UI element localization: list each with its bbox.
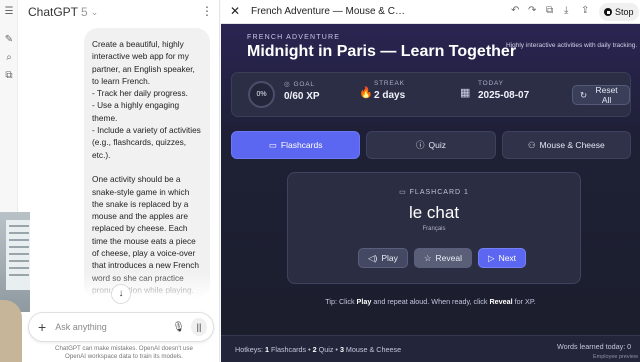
reveal-button[interactable]: ☆ Reveal xyxy=(413,248,473,268)
model-selector[interactable]: ChatGPT 5 ⌄ xyxy=(28,5,98,19)
stop-button[interactable]: Stop xyxy=(599,3,639,21)
app-title: Midnight in Paris — Learn Together xyxy=(247,43,517,60)
reset-label: Reset All xyxy=(595,85,618,105)
reset-icon: ↻ xyxy=(580,89,588,100)
reset-all-button[interactable]: ↻ Reset All xyxy=(572,85,630,105)
star-icon: ☆ xyxy=(423,252,432,263)
canvas-title: French Adventure — Mouse & C… xyxy=(251,6,405,17)
goal-value: 0/60 XP xyxy=(284,91,320,102)
tip-text: Tip: Click Play and repeat aloud. When r… xyxy=(325,297,536,306)
tab-label: Quiz xyxy=(428,140,446,150)
today-label: TODAY xyxy=(478,80,504,87)
play-label: Play xyxy=(381,253,398,263)
flashcard-language: Français xyxy=(422,226,446,232)
goal-label: GOAL xyxy=(293,80,315,88)
flashcard: ▭ FLASHCARD 1 le chat Français ◁) Play ☆… xyxy=(287,172,581,284)
today-stat: TODAY 2025-08-07 xyxy=(478,80,529,101)
mouse-icon: ⚇ xyxy=(527,139,536,150)
reveal-label: Reveal xyxy=(435,253,463,263)
play-button[interactable]: ◁) Play xyxy=(358,248,408,268)
send-icon: ▷ xyxy=(488,252,495,263)
user-message-bubble: Create a beautiful, highly interactive w… xyxy=(84,28,210,298)
book-icon: ▭ xyxy=(268,139,277,150)
chevron-down-icon: ⌄ xyxy=(90,6,99,17)
video-thumbnail xyxy=(0,212,30,312)
tab-flashcards[interactable]: ▭ Flashcards xyxy=(231,131,361,159)
employee-preview-label: Employee preview xyxy=(593,354,638,360)
redo-icon[interactable]: ↷ xyxy=(528,5,536,16)
streak-label: STREAK xyxy=(374,80,405,87)
chat-input[interactable] xyxy=(55,322,173,332)
tab-label: Mouse & Cheese xyxy=(539,140,605,150)
add-attachment-icon[interactable]: + xyxy=(35,319,49,335)
hotkeys-hint: Hotkeys: 1 Flashcards • 2 Quiz • 3 Mouse… xyxy=(235,345,402,354)
activity-tabs: ▭ Flashcards ⓘ Quiz ⚇ Mouse & Cheese xyxy=(231,131,631,159)
tab-label: Flashcards xyxy=(280,140,323,150)
stop-icon xyxy=(604,8,612,16)
disclaimer: ChatGPT can make mistakes. OpenAI doesn'… xyxy=(55,345,193,360)
app-tagline: Highly interactive activities with daily… xyxy=(506,42,638,49)
flashcard-word: le chat xyxy=(408,203,460,222)
stats-panel: 0% ◎ GOAL 0/60 XP 🔥 STREAK 2 days ▦ TODAY… xyxy=(231,72,631,117)
french-app: FRENCH ADVENTURE Midnight in Paris — Lea… xyxy=(221,24,640,362)
close-icon[interactable]: ✕ xyxy=(230,4,240,18)
download-icon[interactable]: ⤓ xyxy=(564,5,568,16)
search-icon[interactable]: ⌕ xyxy=(3,52,15,64)
arrow-down-icon: ↓ xyxy=(118,288,124,299)
question-icon: ⓘ xyxy=(415,140,425,150)
fade-overlay xyxy=(84,272,210,298)
next-label: Next xyxy=(498,253,517,263)
voice-mode-icon[interactable]: || xyxy=(190,318,207,336)
scroll-down-button[interactable]: ↓ xyxy=(111,284,131,304)
flashcard-kicker: ▭ FLASHCARD 1 xyxy=(399,189,469,196)
words-learned: Words learned today: 0 xyxy=(557,342,632,351)
share-icon[interactable]: ⇪ xyxy=(581,5,589,16)
today-value: 2025-08-07 xyxy=(478,90,530,101)
streak-value: 2 days xyxy=(374,90,406,101)
chat-pane: ☰ ✎ ⌕ ⧉ ChatGPT 5 ⌄ ⋮ Create a beautiful… xyxy=(0,0,220,362)
library-icon[interactable]: ⧉ xyxy=(3,70,15,82)
composer: + 🎙 || xyxy=(28,312,214,342)
undo-icon[interactable]: ↶ xyxy=(511,5,519,16)
microphone-icon[interactable]: 🎙 xyxy=(172,322,185,333)
app-footer: Hotkeys: 1 Flashcards • 2 Quiz • 3 Mouse… xyxy=(221,335,640,362)
copy-icon[interactable]: ⧉ xyxy=(546,5,553,16)
calendar-icon: ▦ xyxy=(460,87,471,99)
next-button[interactable]: ▷ Next xyxy=(478,248,527,268)
tab-mouse-cheese[interactable]: ⚇ Mouse & Cheese xyxy=(501,131,631,159)
new-chat-icon[interactable]: ✎ xyxy=(3,34,15,46)
webcam-thumbnail xyxy=(0,300,22,362)
progress-ring: 0% xyxy=(248,81,275,108)
model-name: ChatGPT xyxy=(28,5,79,19)
flame-icon: 🔥 xyxy=(359,87,373,99)
app-eyebrow: FRENCH ADVENTURE xyxy=(247,34,341,41)
sidebar-toggle-icon[interactable]: ☰ xyxy=(3,6,15,18)
stop-label: Stop xyxy=(615,7,634,17)
more-options-icon[interactable]: ⋮ xyxy=(201,4,214,18)
model-version: 5 xyxy=(81,5,88,19)
flashcard-actions: ◁) Play ☆ Reveal ▷ Next xyxy=(358,248,527,268)
user-message-text: Create a beautiful, highly interactive w… xyxy=(92,39,201,298)
book-icon: ▭ xyxy=(399,189,410,196)
canvas-pane: ✕ French Adventure — Mouse & C… ↶ ↷ ⧉ ⤓ … xyxy=(221,0,640,362)
target-icon: ◎ xyxy=(284,81,291,88)
goal-stat: ◎ GOAL 0/60 XP xyxy=(284,80,320,103)
streak-stat: STREAK 2 days xyxy=(374,80,405,101)
tab-quiz[interactable]: ⓘ Quiz xyxy=(366,131,496,159)
canvas-toolbar: ✕ French Adventure — Mouse & C… ↶ ↷ ⧉ ⤓ … xyxy=(221,0,640,24)
speaker-icon: ◁) xyxy=(368,252,378,263)
